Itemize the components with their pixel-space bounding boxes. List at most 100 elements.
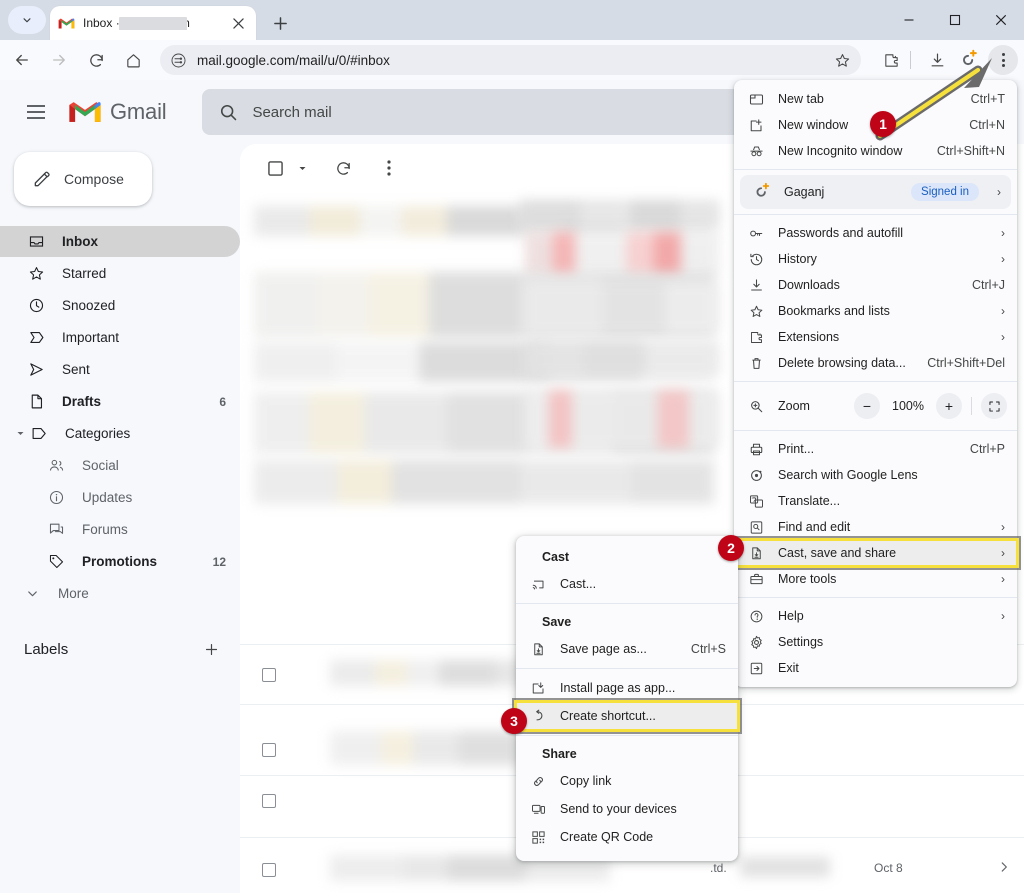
submenu-item-save-page-as[interactable]: Save page as... Ctrl+S <box>516 635 738 663</box>
menu-item-extensions[interactable]: Extensions › <box>734 324 1017 350</box>
minimize-button[interactable] <box>886 0 932 40</box>
menu-item-passwords-and-autofill[interactable]: Passwords and autofill › <box>734 220 1017 246</box>
reload-icon <box>89 53 103 67</box>
chevron-right-icon: › <box>1001 252 1005 266</box>
sidebar-item-more[interactable]: More <box>0 578 240 609</box>
sidebar-item-important[interactable]: Important <box>0 322 240 353</box>
sidebar-item-categories[interactable]: Categories <box>0 418 240 449</box>
blur-block <box>525 282 720 334</box>
more-options-button[interactable] <box>372 151 406 185</box>
search-mail-input[interactable]: Search mail <box>202 89 763 135</box>
caret-down-icon <box>14 429 26 438</box>
menu-item-translate[interactable]: Translate... <box>734 488 1017 514</box>
next-page-button[interactable] <box>990 853 1018 881</box>
submenu-item-cast[interactable]: Cast... <box>516 570 738 598</box>
print-icon <box>734 442 778 457</box>
profile-button[interactable] <box>954 45 984 75</box>
sidebar-item-social[interactable]: Social <box>0 450 240 481</box>
submenu-item-create-shortcut[interactable]: Create shortcut... <box>514 700 740 732</box>
menu-item-label: Help <box>778 609 804 623</box>
zoom-out-button[interactable]: − <box>854 393 880 419</box>
add-label-button[interactable] <box>203 641 220 658</box>
select-dropdown-button[interactable] <box>292 151 312 185</box>
zoom-controls: − 100% + <box>854 393 1017 419</box>
submenu-item-install-page-as-app[interactable]: Install page as app... <box>516 674 738 702</box>
puzzle-icon <box>734 330 778 345</box>
sidebar-item-sent[interactable]: Sent <box>0 354 240 385</box>
menu-item-history[interactable]: History › <box>734 246 1017 272</box>
menu-item-new-tab[interactable]: New tab Ctrl+T <box>734 86 1017 112</box>
gmail-main-menu-button[interactable] <box>12 88 60 136</box>
zoom-divider <box>971 397 972 415</box>
menu-item-shortcut: Ctrl+N <box>969 118 1005 132</box>
extensions-button[interactable] <box>876 45 906 75</box>
blur-block <box>525 342 720 376</box>
tab-strip: Inbox · @gmail.com <box>0 0 1024 40</box>
submenu-item-label: Send to your devices <box>560 802 677 816</box>
maximize-button[interactable] <box>932 0 978 40</box>
maximize-icon <box>949 14 961 26</box>
menu-item-exit[interactable]: Exit <box>734 655 1017 681</box>
menu-item-print[interactable]: Print... Ctrl+P <box>734 436 1017 462</box>
tab-search-button[interactable] <box>8 6 46 34</box>
submenu-item-create-qr-code[interactable]: Create QR Code <box>516 823 738 851</box>
sidebar-item-snoozed[interactable]: Snoozed <box>0 290 240 321</box>
close-window-button[interactable] <box>978 0 1024 40</box>
select-all-checkbox[interactable] <box>258 151 292 185</box>
sidebar-item-updates[interactable]: Updates <box>0 482 240 513</box>
sidebar-item-promotions[interactable]: Promotions 12 <box>0 546 240 577</box>
reload-button[interactable] <box>81 45 111 75</box>
address-bar[interactable]: mail.google.com/mail/u/0/#inbox <box>160 45 861 75</box>
menu-item-label: Passwords and autofill <box>778 226 904 240</box>
menu-item-new-incognito-window[interactable]: New Incognito window Ctrl+Shift+N <box>734 138 1017 164</box>
forward-button[interactable] <box>44 45 74 75</box>
row-checkbox[interactable] <box>262 743 276 757</box>
row-checkbox[interactable] <box>262 863 276 877</box>
chrome-menu-button[interactable] <box>988 45 1018 75</box>
zoom-in-button[interactable]: + <box>936 393 962 419</box>
checkbox-icon <box>267 160 283 176</box>
sidebar-item-starred[interactable]: Starred <box>0 258 240 289</box>
window-controls <box>886 0 1024 40</box>
menu-item-downloads[interactable]: Downloads Ctrl+J <box>734 272 1017 298</box>
submenu-item-copy-link[interactable]: Copy link <box>516 767 738 795</box>
sidebar-item-label: Important <box>62 330 120 345</box>
menu-item-find-and-edit[interactable]: Find and edit › <box>734 514 1017 540</box>
menu-item-bookmarks-and-lists[interactable]: Bookmarks and lists › <box>734 298 1017 324</box>
menu-item-profile[interactable]: Gaganj Signed in › <box>740 175 1011 209</box>
submenu-item-send-to-your-devices[interactable]: Send to your devices <box>516 795 738 823</box>
menu-divider <box>734 214 1017 215</box>
bookmark-button[interactable] <box>829 47 855 73</box>
menu-item-help[interactable]: Help › <box>734 603 1017 629</box>
sidebar-item-inbox[interactable]: Inbox <box>0 226 240 257</box>
menu-item-settings[interactable]: Settings <box>734 629 1017 655</box>
clipped-text: .td. <box>710 861 727 875</box>
browser-tab[interactable]: Inbox · @gmail.com <box>50 6 256 40</box>
compose-button[interactable]: Compose <box>14 152 152 206</box>
row-checkbox[interactable] <box>262 668 276 682</box>
profile-avatar-icon <box>963 49 977 66</box>
labels-title: Labels <box>24 640 69 658</box>
refresh-button[interactable] <box>326 151 360 185</box>
back-button[interactable] <box>7 45 37 75</box>
blur-block <box>740 857 830 877</box>
menu-item-cast-save-and-share[interactable]: Cast, save and share › <box>732 538 1019 568</box>
sidebar-item-drafts[interactable]: Drafts 6 <box>0 386 240 417</box>
sidebar-item-label: Social <box>82 458 119 473</box>
menu-item-label: Print... <box>778 442 815 456</box>
fullscreen-button[interactable] <box>981 393 1007 419</box>
gmail-logo[interactable]: Gmail <box>68 99 167 125</box>
new-tab-button[interactable] <box>266 9 294 37</box>
tab-close-button[interactable] <box>228 13 248 33</box>
downloads-button[interactable] <box>922 45 952 75</box>
menu-item-more-tools[interactable]: More tools › <box>734 566 1017 592</box>
home-button[interactable] <box>118 45 148 75</box>
key-icon <box>734 226 778 241</box>
row-checkbox[interactable] <box>262 794 276 808</box>
menu-item-search-with-google-lens[interactable]: Search with Google Lens <box>734 462 1017 488</box>
star-icon <box>835 53 849 67</box>
sidebar-item-forums[interactable]: Forums <box>0 514 240 545</box>
search-icon <box>221 104 237 121</box>
menu-item-label: Settings <box>778 635 824 649</box>
menu-item-delete-browsing-data[interactable]: Delete browsing data... Ctrl+Shift+Del <box>734 350 1017 376</box>
